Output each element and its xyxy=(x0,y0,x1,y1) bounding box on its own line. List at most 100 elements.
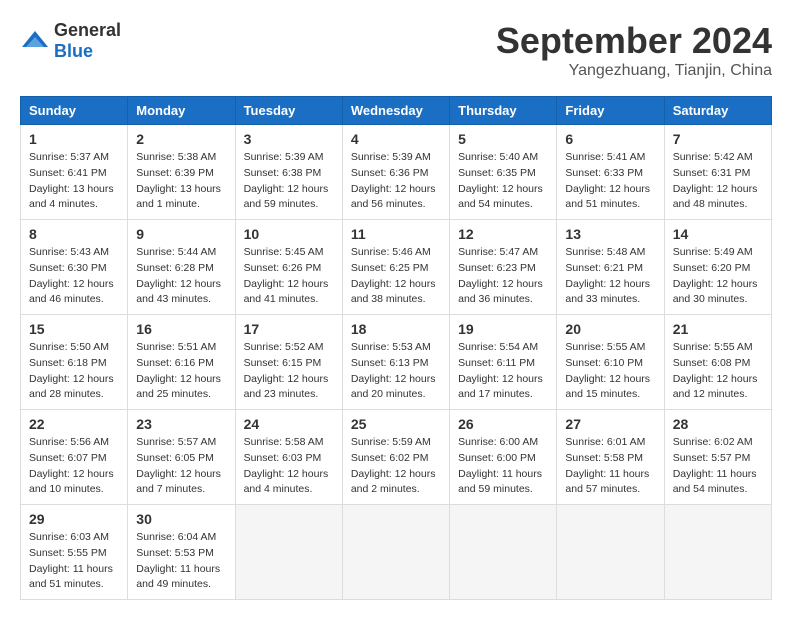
day-info: Sunrise: 6:03 AMSunset: 5:55 PMDaylight:… xyxy=(29,531,113,590)
table-row xyxy=(342,505,449,600)
day-info: Sunrise: 5:55 AMSunset: 6:08 PMDaylight:… xyxy=(673,341,758,400)
day-number: 2 xyxy=(136,131,226,147)
table-row: 21 Sunrise: 5:55 AMSunset: 6:08 PMDaylig… xyxy=(664,315,771,410)
table-row: 26 Sunrise: 6:00 AMSunset: 6:00 PMDaylig… xyxy=(450,410,557,505)
day-info: Sunrise: 5:47 AMSunset: 6:23 PMDaylight:… xyxy=(458,246,543,305)
table-row: 12 Sunrise: 5:47 AMSunset: 6:23 PMDaylig… xyxy=(450,220,557,315)
col-saturday: Saturday xyxy=(664,97,771,125)
day-number: 11 xyxy=(351,226,441,242)
calendar: Sunday Monday Tuesday Wednesday Thursday… xyxy=(20,96,772,600)
day-number: 14 xyxy=(673,226,763,242)
day-number: 10 xyxy=(244,226,334,242)
table-row xyxy=(664,505,771,600)
table-row xyxy=(450,505,557,600)
day-number: 15 xyxy=(29,321,119,337)
day-number: 23 xyxy=(136,416,226,432)
day-info: Sunrise: 5:53 AMSunset: 6:13 PMDaylight:… xyxy=(351,341,436,400)
title-area: September 2024 Yangezhuang, Tianjin, Chi… xyxy=(496,20,772,80)
table-row: 15 Sunrise: 5:50 AMSunset: 6:18 PMDaylig… xyxy=(21,315,128,410)
day-number: 12 xyxy=(458,226,548,242)
day-info: Sunrise: 6:02 AMSunset: 5:57 PMDaylight:… xyxy=(673,436,757,495)
day-number: 16 xyxy=(136,321,226,337)
table-row: 14 Sunrise: 5:49 AMSunset: 6:20 PMDaylig… xyxy=(664,220,771,315)
week-row-3: 15 Sunrise: 5:50 AMSunset: 6:18 PMDaylig… xyxy=(21,315,772,410)
table-row: 5 Sunrise: 5:40 AMSunset: 6:35 PMDayligh… xyxy=(450,125,557,220)
day-number: 30 xyxy=(136,511,226,527)
day-number: 1 xyxy=(29,131,119,147)
table-row: 4 Sunrise: 5:39 AMSunset: 6:36 PMDayligh… xyxy=(342,125,449,220)
week-row-1: 1 Sunrise: 5:37 AMSunset: 6:41 PMDayligh… xyxy=(21,125,772,220)
table-row: 16 Sunrise: 5:51 AMSunset: 6:16 PMDaylig… xyxy=(128,315,235,410)
day-number: 17 xyxy=(244,321,334,337)
day-info: Sunrise: 5:46 AMSunset: 6:25 PMDaylight:… xyxy=(351,246,436,305)
day-info: Sunrise: 5:37 AMSunset: 6:41 PMDaylight:… xyxy=(29,151,114,210)
week-row-2: 8 Sunrise: 5:43 AMSunset: 6:30 PMDayligh… xyxy=(21,220,772,315)
day-info: Sunrise: 5:58 AMSunset: 6:03 PMDaylight:… xyxy=(244,436,329,495)
logo-icon xyxy=(20,29,50,53)
table-row: 6 Sunrise: 5:41 AMSunset: 6:33 PMDayligh… xyxy=(557,125,664,220)
day-info: Sunrise: 5:48 AMSunset: 6:21 PMDaylight:… xyxy=(565,246,650,305)
col-sunday: Sunday xyxy=(21,97,128,125)
table-row xyxy=(557,505,664,600)
day-info: Sunrise: 5:50 AMSunset: 6:18 PMDaylight:… xyxy=(29,341,114,400)
table-row: 28 Sunrise: 6:02 AMSunset: 5:57 PMDaylig… xyxy=(664,410,771,505)
col-wednesday: Wednesday xyxy=(342,97,449,125)
col-friday: Friday xyxy=(557,97,664,125)
column-headers: Sunday Monday Tuesday Wednesday Thursday… xyxy=(21,97,772,125)
week-row-4: 22 Sunrise: 5:56 AMSunset: 6:07 PMDaylig… xyxy=(21,410,772,505)
logo-blue-text: Blue xyxy=(54,41,93,61)
table-row: 27 Sunrise: 6:01 AMSunset: 5:58 PMDaylig… xyxy=(557,410,664,505)
day-info: Sunrise: 5:55 AMSunset: 6:10 PMDaylight:… xyxy=(565,341,650,400)
logo-general-text: General xyxy=(54,20,121,40)
table-row: 29 Sunrise: 6:03 AMSunset: 5:55 PMDaylig… xyxy=(21,505,128,600)
day-info: Sunrise: 6:01 AMSunset: 5:58 PMDaylight:… xyxy=(565,436,649,495)
day-info: Sunrise: 5:52 AMSunset: 6:15 PMDaylight:… xyxy=(244,341,329,400)
day-info: Sunrise: 5:57 AMSunset: 6:05 PMDaylight:… xyxy=(136,436,221,495)
day-number: 19 xyxy=(458,321,548,337)
header: General Blue September 2024 Yangezhuang,… xyxy=(20,20,772,80)
table-row: 10 Sunrise: 5:45 AMSunset: 6:26 PMDaylig… xyxy=(235,220,342,315)
month-title: September 2024 xyxy=(496,20,772,62)
table-row: 25 Sunrise: 5:59 AMSunset: 6:02 PMDaylig… xyxy=(342,410,449,505)
day-number: 21 xyxy=(673,321,763,337)
day-number: 7 xyxy=(673,131,763,147)
col-thursday: Thursday xyxy=(450,97,557,125)
day-number: 27 xyxy=(565,416,655,432)
day-number: 8 xyxy=(29,226,119,242)
day-info: Sunrise: 6:00 AMSunset: 6:00 PMDaylight:… xyxy=(458,436,542,495)
day-number: 22 xyxy=(29,416,119,432)
table-row: 17 Sunrise: 5:52 AMSunset: 6:15 PMDaylig… xyxy=(235,315,342,410)
day-number: 28 xyxy=(673,416,763,432)
day-number: 25 xyxy=(351,416,441,432)
day-info: Sunrise: 5:39 AMSunset: 6:38 PMDaylight:… xyxy=(244,151,329,210)
table-row: 22 Sunrise: 5:56 AMSunset: 6:07 PMDaylig… xyxy=(21,410,128,505)
table-row: 11 Sunrise: 5:46 AMSunset: 6:25 PMDaylig… xyxy=(342,220,449,315)
table-row: 18 Sunrise: 5:53 AMSunset: 6:13 PMDaylig… xyxy=(342,315,449,410)
day-number: 24 xyxy=(244,416,334,432)
day-info: Sunrise: 6:04 AMSunset: 5:53 PMDaylight:… xyxy=(136,531,220,590)
day-info: Sunrise: 5:54 AMSunset: 6:11 PMDaylight:… xyxy=(458,341,543,400)
day-number: 13 xyxy=(565,226,655,242)
day-info: Sunrise: 5:39 AMSunset: 6:36 PMDaylight:… xyxy=(351,151,436,210)
table-row: 13 Sunrise: 5:48 AMSunset: 6:21 PMDaylig… xyxy=(557,220,664,315)
week-row-5: 29 Sunrise: 6:03 AMSunset: 5:55 PMDaylig… xyxy=(21,505,772,600)
logo: General Blue xyxy=(20,20,121,62)
day-info: Sunrise: 5:49 AMSunset: 6:20 PMDaylight:… xyxy=(673,246,758,305)
day-info: Sunrise: 5:45 AMSunset: 6:26 PMDaylight:… xyxy=(244,246,329,305)
day-info: Sunrise: 5:40 AMSunset: 6:35 PMDaylight:… xyxy=(458,151,543,210)
day-number: 9 xyxy=(136,226,226,242)
day-number: 20 xyxy=(565,321,655,337)
table-row: 30 Sunrise: 6:04 AMSunset: 5:53 PMDaylig… xyxy=(128,505,235,600)
table-row: 1 Sunrise: 5:37 AMSunset: 6:41 PMDayligh… xyxy=(21,125,128,220)
table-row: 3 Sunrise: 5:39 AMSunset: 6:38 PMDayligh… xyxy=(235,125,342,220)
table-row: 23 Sunrise: 5:57 AMSunset: 6:05 PMDaylig… xyxy=(128,410,235,505)
day-info: Sunrise: 5:41 AMSunset: 6:33 PMDaylight:… xyxy=(565,151,650,210)
table-row: 24 Sunrise: 5:58 AMSunset: 6:03 PMDaylig… xyxy=(235,410,342,505)
day-info: Sunrise: 5:42 AMSunset: 6:31 PMDaylight:… xyxy=(673,151,758,210)
table-row: 9 Sunrise: 5:44 AMSunset: 6:28 PMDayligh… xyxy=(128,220,235,315)
day-info: Sunrise: 5:51 AMSunset: 6:16 PMDaylight:… xyxy=(136,341,221,400)
day-number: 6 xyxy=(565,131,655,147)
day-number: 29 xyxy=(29,511,119,527)
table-row: 8 Sunrise: 5:43 AMSunset: 6:30 PMDayligh… xyxy=(21,220,128,315)
col-tuesday: Tuesday xyxy=(235,97,342,125)
